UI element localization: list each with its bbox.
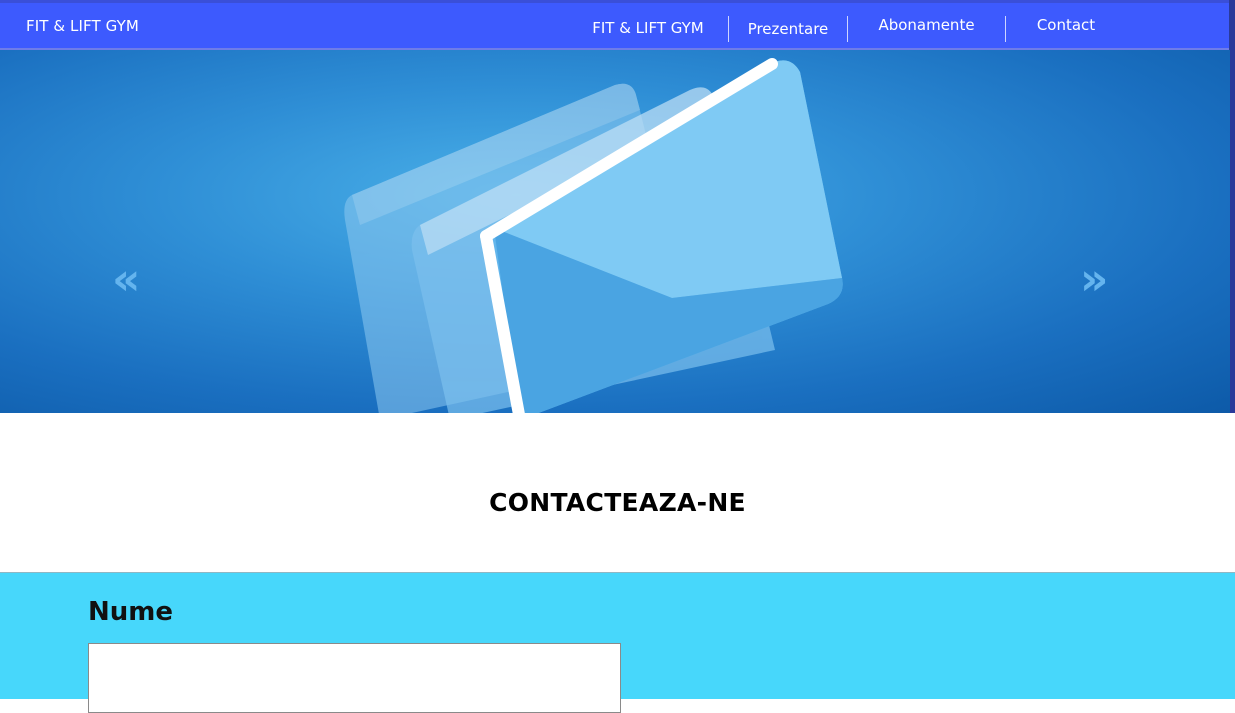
nav-item-contact[interactable]: Contact — [1006, 12, 1126, 44]
name-label: Nume — [88, 597, 173, 627]
hero-carousel: « » — [0, 50, 1230, 413]
nav-item-prezentare[interactable]: Prezentare — [729, 12, 847, 44]
page-title: CONTACTEAZA-NE — [489, 488, 746, 517]
contact-form: Nume — [0, 572, 1235, 713]
carousel-next-icon[interactable]: » — [1080, 258, 1109, 302]
nav-menu: FIT & LIFT GYM Prezentare Abonamente Con… — [568, 12, 1126, 44]
navbar: FIT & LIFT GYM FIT & LIFT GYM Prezentare… — [0, 0, 1235, 50]
carousel-prev-icon[interactable]: « — [112, 258, 141, 302]
nav-item-abonamente[interactable]: Abonamente — [848, 12, 1005, 44]
title-section: CONTACTEAZA-NE — [0, 413, 1235, 572]
brand-link[interactable]: FIT & LIFT GYM — [26, 17, 139, 35]
envelope-icon — [344, 58, 843, 413]
name-input[interactable] — [88, 643, 621, 713]
nav-item-home[interactable]: FIT & LIFT GYM — [568, 12, 728, 44]
